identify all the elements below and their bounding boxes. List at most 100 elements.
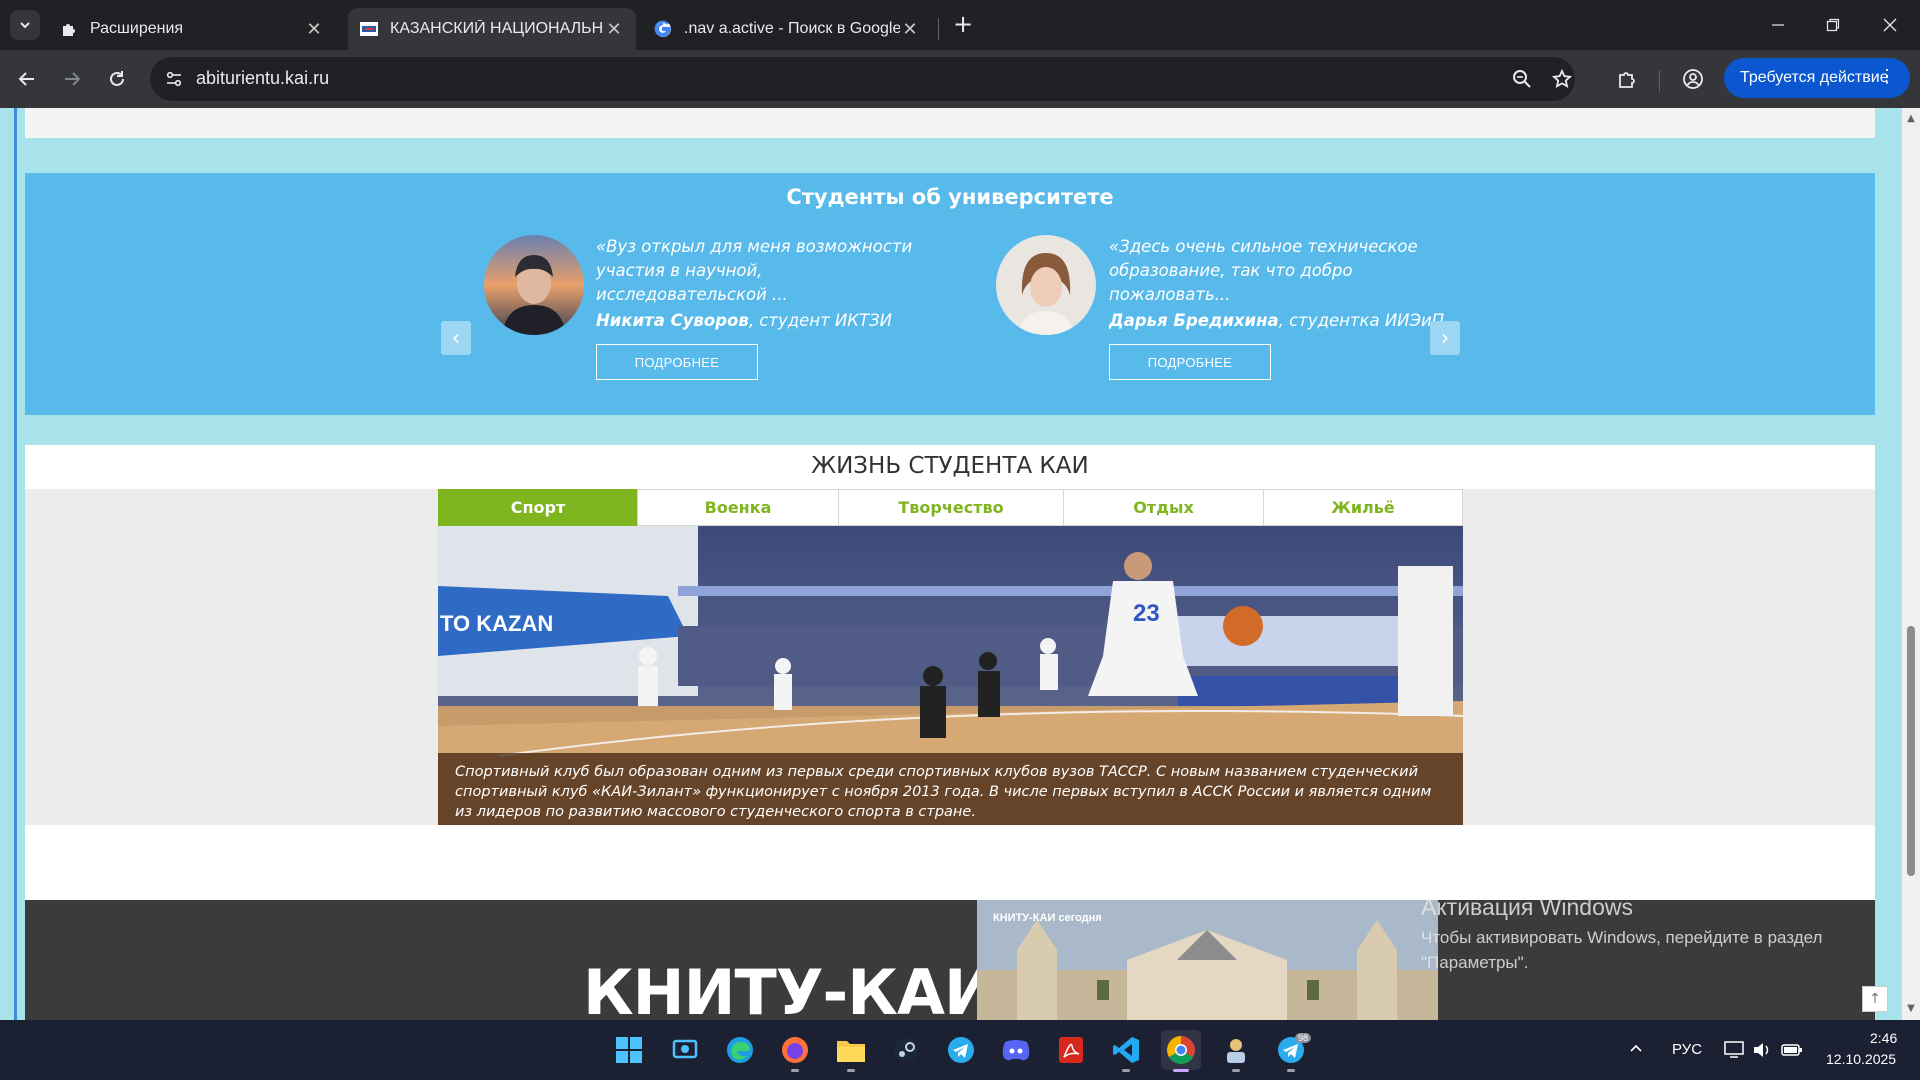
extensions-icon[interactable] bbox=[1612, 64, 1642, 94]
testimonial-author: Никита Суворов, студент ИКТЗИ bbox=[596, 311, 892, 330]
scroll-to-top-button[interactable]: ↑ bbox=[1862, 986, 1888, 1012]
language-indicator[interactable]: РУС bbox=[1672, 1041, 1702, 1058]
tab-extensions[interactable]: Расширения ✕ bbox=[48, 8, 336, 50]
vscode-icon bbox=[1113, 1037, 1139, 1063]
chevron-down-icon bbox=[20, 22, 30, 29]
close-icon[interactable]: ✕ bbox=[900, 19, 920, 40]
taskbar-app-steam[interactable] bbox=[886, 1030, 926, 1070]
taskbar-app-firefox[interactable] bbox=[775, 1030, 815, 1072]
testimonial-author-name: Никита Суворов bbox=[596, 311, 749, 330]
more-vert-icon[interactable]: ⋮ bbox=[1878, 66, 1896, 86]
tab-military[interactable]: Военка bbox=[637, 489, 839, 526]
running-indicator bbox=[847, 1069, 855, 1072]
testimonials-section: Студенты об университете ‹ «Вуз открыл д… bbox=[25, 173, 1875, 415]
windows-logo-icon bbox=[616, 1037, 642, 1063]
folder-icon bbox=[837, 1041, 865, 1062]
student-life-section: ЖИЗНЬ СТУДЕНТА КАИ Спорт Военка Творчест… bbox=[25, 445, 1875, 900]
action-required-button[interactable]: Требуется действие ⋮ bbox=[1724, 58, 1910, 98]
tab-sport[interactable]: Спорт bbox=[438, 489, 638, 526]
testimonials-heading: Студенты об университете bbox=[786, 185, 1114, 209]
footer-photo-label: КНИТУ-КАИ сегодня bbox=[993, 912, 1102, 924]
kai-favicon-icon bbox=[360, 20, 378, 38]
edge-icon bbox=[727, 1037, 753, 1063]
testimonial-quote: «Вуз открыл для меня возможности участия… bbox=[596, 237, 913, 304]
url-text[interactable]: abiturientu.kai.ru bbox=[196, 68, 329, 89]
tab-housing[interactable]: Жильё bbox=[1263, 489, 1463, 526]
tab-search-button[interactable] bbox=[10, 10, 40, 40]
clock-time[interactable]: 2:46 bbox=[1870, 1030, 1897, 1046]
site-info-icon[interactable] bbox=[160, 65, 188, 93]
profile-icon[interactable] bbox=[1678, 64, 1708, 94]
volume-icon[interactable] bbox=[1752, 1040, 1772, 1064]
bookmark-star-icon[interactable] bbox=[1550, 67, 1574, 91]
minimize-button[interactable] bbox=[1763, 10, 1793, 40]
browser-tab-bar: Расширения ✕ КАЗАНСКИЙ НАЦИОНАЛЬНЫЙ ✕ .n… bbox=[0, 0, 1920, 50]
taskbar-app-user[interactable] bbox=[1216, 1030, 1256, 1072]
tab-creativity[interactable]: Творчество bbox=[838, 489, 1064, 526]
avatar bbox=[996, 235, 1096, 335]
testimonial-more-button[interactable]: ПОДРОБНЕЕ bbox=[596, 344, 758, 380]
taskbar-app-edge[interactable] bbox=[720, 1030, 760, 1070]
testimonial-author-role: , студент ИКТЗИ bbox=[748, 311, 893, 330]
testimonials-next-button[interactable]: › bbox=[1430, 321, 1460, 355]
taskbar-app-telegram[interactable] bbox=[941, 1030, 981, 1070]
close-icon[interactable]: ✕ bbox=[604, 19, 624, 40]
pdf-icon bbox=[1059, 1037, 1083, 1063]
taskbar-app-chrome[interactable] bbox=[1161, 1030, 1201, 1072]
forward-button[interactable] bbox=[57, 64, 87, 94]
student-life-tabs: Спорт Военка Творчество Отдых Жильё bbox=[438, 489, 1463, 526]
taskbar-app-telegram-2[interactable]: 98 bbox=[1271, 1030, 1312, 1072]
show-hidden-icons-chevron-up-icon[interactable] bbox=[1628, 1040, 1648, 1060]
taskbar-app-remote[interactable] bbox=[665, 1030, 705, 1070]
remote-desktop-icon bbox=[672, 1039, 698, 1059]
start-button[interactable] bbox=[609, 1030, 649, 1070]
sport-photo: TO KAZAN 23 Спортивный клуб был образова… bbox=[438, 526, 1463, 825]
running-indicator bbox=[1122, 1069, 1130, 1072]
zoom-icon[interactable] bbox=[1510, 67, 1534, 91]
testimonial-more-button[interactable]: ПОДРОБНЕЕ bbox=[1109, 344, 1271, 380]
windows-taskbar: 98 РУС 2:46 12.10.2025 bbox=[0, 1020, 1920, 1080]
restore-button[interactable] bbox=[1818, 10, 1848, 40]
back-button[interactable] bbox=[12, 64, 42, 94]
arrow-left-icon bbox=[18, 72, 34, 86]
scroll-down-arrow-icon[interactable]: ▼ bbox=[1902, 1000, 1920, 1018]
telegram-icon bbox=[948, 1037, 974, 1063]
discord-icon bbox=[1002, 1040, 1030, 1061]
sport-caption: Спортивный клуб был образован одним из п… bbox=[438, 753, 1463, 825]
battery-icon[interactable] bbox=[1781, 1041, 1803, 1063]
tab-title: Расширения bbox=[90, 20, 184, 37]
jersey-number: 23 bbox=[1133, 600, 1160, 627]
footer-photo: КНИТУ-КАИ сегодня bbox=[977, 900, 1438, 1020]
scroll-thumb[interactable] bbox=[1907, 626, 1915, 876]
close-icon[interactable]: ✕ bbox=[304, 19, 324, 40]
steam-icon bbox=[894, 1038, 918, 1062]
taskbar-app-discord[interactable] bbox=[996, 1030, 1036, 1070]
tab-google-search[interactable]: .nav a.active - Поиск в Google ✕ bbox=[642, 8, 932, 50]
reload-button[interactable] bbox=[102, 64, 132, 94]
tab-leisure[interactable]: Отдых bbox=[1063, 489, 1264, 526]
close-window-button[interactable] bbox=[1875, 10, 1905, 40]
taskbar-app-explorer[interactable] bbox=[831, 1030, 871, 1072]
taskbar-app-acrobat[interactable] bbox=[1051, 1030, 1091, 1070]
page-scrollbar[interactable]: ▲ ▼ bbox=[1902, 108, 1920, 1020]
running-indicator bbox=[1287, 1069, 1295, 1072]
address-bar[interactable]: abiturientu.kai.ru bbox=[150, 57, 1575, 101]
puzzle-icon bbox=[60, 20, 78, 38]
notification-badge: 98 bbox=[1295, 1033, 1312, 1043]
network-icon[interactable] bbox=[1724, 1040, 1746, 1064]
tab-title: .nav a.active - Поиск в Google bbox=[684, 20, 900, 37]
taskbar-app-vscode[interactable] bbox=[1106, 1030, 1146, 1072]
running-indicator bbox=[791, 1069, 799, 1072]
testimonials-prev-button[interactable]: ‹ bbox=[441, 321, 471, 355]
user-app-icon bbox=[1227, 1039, 1245, 1063]
new-tab-button[interactable]: + bbox=[950, 12, 976, 38]
action-required-label: Требуется действие bbox=[1740, 69, 1889, 86]
testimonial-author: Дарья Бредихина, студентка ИИЭиП bbox=[1109, 311, 1444, 330]
tab-kai[interactable]: КАЗАНСКИЙ НАЦИОНАЛЬНЫЙ ✕ bbox=[348, 8, 636, 50]
scroll-up-arrow-icon[interactable]: ▲ bbox=[1902, 110, 1920, 128]
clock-date[interactable]: 12.10.2025 bbox=[1826, 1051, 1896, 1067]
testimonial-quote: «Здесь очень сильное техническое образов… bbox=[1109, 237, 1418, 304]
arrow-right-icon bbox=[65, 72, 81, 86]
testimonial-author-name: Дарья Бредихина bbox=[1109, 311, 1279, 330]
testimonial-author-role: , студентка ИИЭиП bbox=[1278, 311, 1445, 330]
